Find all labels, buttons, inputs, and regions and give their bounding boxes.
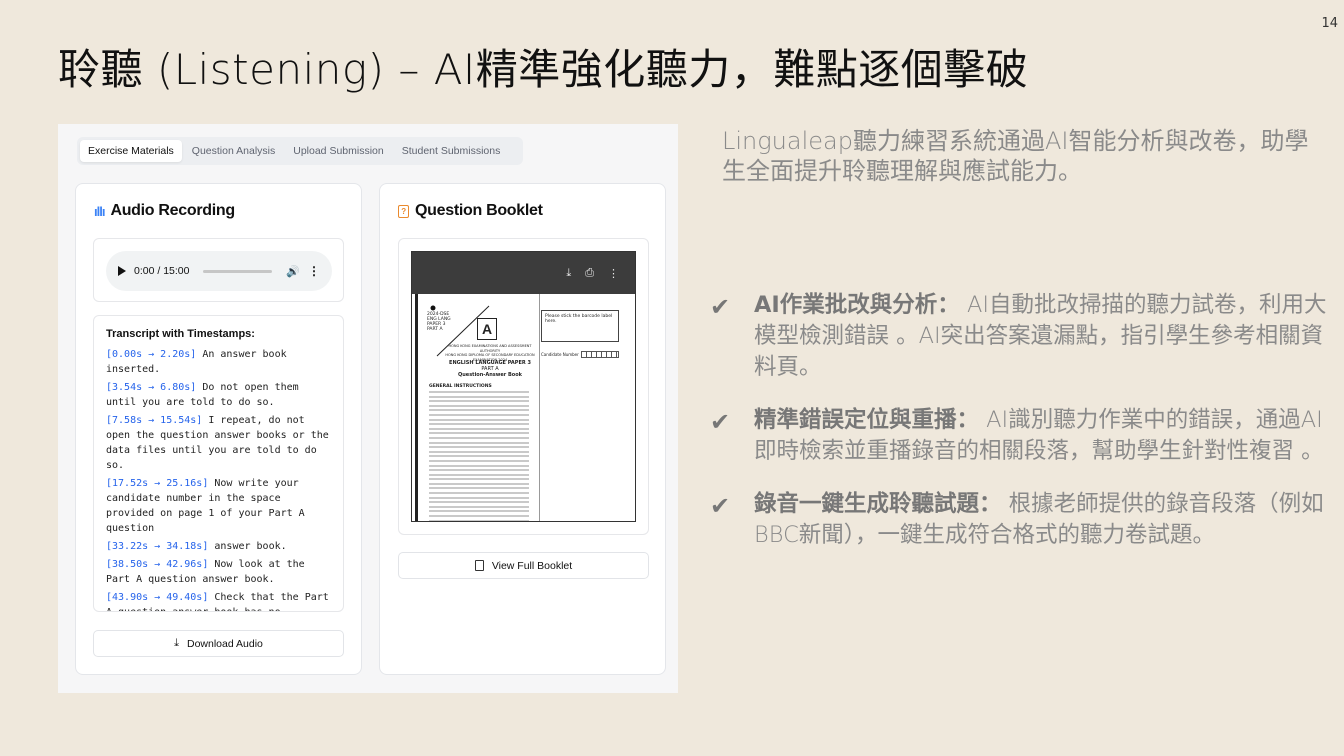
pdf-page-edge	[415, 294, 418, 521]
transcript-panel[interactable]: Transcript with Timestamps: [0.00s → 2.2…	[93, 315, 344, 612]
feature-title: 錄音一鍵生成聆聽試題：	[754, 491, 1002, 517]
print-icon[interactable]: ⎙	[585, 266, 594, 280]
more-options-icon[interactable]: ⋮	[608, 267, 619, 280]
checkmark-icon: ✔	[710, 408, 731, 436]
audio-recording-card: ıllı Audio Recording 0:00 / 15:00 🔊 ⋮ Tr…	[75, 183, 362, 675]
more-options-icon[interactable]: ⋮	[308, 264, 320, 278]
pdf-viewer[interactable]: ⤓ ⎙ ⋮ 2024-DSE ENG LANG PAPER 3 PART A A	[411, 251, 636, 522]
feature-title: 精準錯誤定位與重播：	[754, 407, 980, 433]
timestamp[interactable]: [7.58s → 15.54s]	[106, 415, 202, 426]
booklet-card-header: ? Question Booklet	[398, 202, 543, 220]
timestamp[interactable]: [3.54s → 6.80s]	[106, 382, 196, 393]
pdf-candidate-number: Candidate Number	[541, 350, 619, 359]
view-full-booklet-button[interactable]: View Full Booklet	[398, 552, 649, 579]
pdf-instructions: GENERAL INSTRUCTIONS	[429, 384, 529, 521]
feature-text: 錄音一鍵生成聆聽試題： 根據老師提供的錄音段落（例如BBC新聞），一鍵生成符合格…	[754, 489, 1330, 551]
pdf-page: 2024-DSE ENG LANG PAPER 3 PART A A HONG …	[415, 294, 632, 521]
timestamp[interactable]: [0.00s → 2.20s]	[106, 349, 196, 360]
transcript-segment: [7.58s → 15.54s] I repeat, do not open t…	[106, 413, 331, 473]
booklet-card-title: Question Booklet	[415, 202, 543, 219]
pdf-paper-titles: ENGLISH LANGUAGE PAPER 3 PART A Question…	[445, 360, 535, 378]
player-time: 0:00 / 15:00	[134, 265, 190, 277]
question-booklet-card: ? Question Booklet ⤓ ⎙ ⋮ 2024-DSE ENG LA…	[379, 183, 666, 675]
audio-card-header: ıllı Audio Recording	[94, 202, 235, 220]
feature-title: AI作業批改與分析：	[754, 292, 960, 318]
checkmark-icon: ✔	[710, 492, 731, 520]
transcript-segment: [38.50s → 42.96s] Now look at the Part A…	[106, 557, 331, 587]
tab-question-analysis[interactable]: Question Analysis	[184, 140, 283, 162]
feature-item: ✔ AI作業批改與分析： AI自動批改掃描的聽力試卷，利用大模型檢測錯誤 。AI…	[710, 290, 1330, 383]
tab-student-submissions[interactable]: Student Submissions	[394, 140, 509, 162]
pdf-barcode-label: Please stick the barcode label here.	[545, 314, 613, 324]
tab-upload-submission[interactable]: Upload Submission	[285, 140, 391, 162]
download-audio-button[interactable]: ⤓ Download Audio	[93, 630, 344, 657]
pdf-book-title: Question-Answer Book	[458, 372, 522, 378]
pdf-header-line: PART A	[427, 327, 443, 332]
slide-number: 14	[1321, 16, 1338, 31]
app-screenshot: Exercise Materials Question Analysis Upl…	[58, 124, 678, 693]
transcript-segment: [43.90s → 49.40s] Check that the Part A …	[106, 590, 331, 611]
feature-item: ✔ 精準錯誤定位與重播： AI識別聽力作業中的錯誤，通過AI即時檢索並重播錄音的…	[710, 405, 1330, 467]
timestamp[interactable]: [33.22s → 34.18s]	[106, 541, 208, 552]
pdf-exam-line: HONG KONG EXAMINATIONS AND ASSESSMENT AU…	[448, 344, 532, 353]
timestamp[interactable]: [38.50s → 42.96s]	[106, 559, 208, 570]
audio-player-container: 0:00 / 15:00 🔊 ⋮	[93, 238, 344, 302]
seek-slider[interactable]	[203, 269, 273, 273]
volume-icon[interactable]: 🔊	[286, 265, 300, 278]
feature-text: AI作業批改與分析： AI自動批改掃描的聽力試卷，利用大模型檢測錯誤 。AI突出…	[754, 290, 1330, 383]
document-icon	[474, 560, 484, 571]
pdf-candidate-label: Candidate Number	[541, 352, 579, 357]
pdf-viewer-container: ⤓ ⎙ ⋮ 2024-DSE ENG LANG PAPER 3 PART A A	[398, 238, 649, 535]
transcript-segment: [0.00s → 2.20s] An answer book inserted.	[106, 347, 331, 377]
segment-text: answer book.	[208, 541, 287, 552]
pdf-barcode-box: Please stick the barcode label here.	[541, 310, 619, 342]
download-icon[interactable]: ⤓	[566, 266, 571, 280]
intro-text: Lingualeap聽力練習系統通過AI智能分析與改卷，助學生全面提升聆聽理解與…	[722, 127, 1309, 185]
download-audio-label: Download Audio	[186, 637, 263, 650]
feature-text: 精準錯誤定位與重播： AI識別聽力作業中的錯誤，通過AI即時檢索並重播錄音的相關…	[754, 405, 1330, 467]
tab-bar: Exercise Materials Question Analysis Upl…	[77, 137, 523, 165]
pdf-paper-code: 2024-DSE ENG LANG PAPER 3 PART A	[427, 312, 451, 332]
play-icon[interactable]	[118, 266, 126, 276]
feature-item: ✔ 錄音一鍵生成聆聽試題： 根據老師提供的錄音段落（例如BBC新聞），一鍵生成符…	[710, 489, 1330, 551]
pdf-toolbar: ⤓ ⎙ ⋮	[412, 252, 635, 294]
transcript-heading: Transcript with Timestamps:	[106, 328, 255, 340]
document-icon: ?	[398, 204, 409, 218]
transcript-segment: [17.52s → 25.16s] Now write your candida…	[106, 476, 331, 536]
tab-exercise-materials[interactable]: Exercise Materials	[80, 140, 182, 162]
timestamp[interactable]: [17.52s → 25.16s]	[106, 478, 208, 489]
audio-wave-icon: ıllı	[94, 203, 105, 219]
feature-list: ✔ AI作業批改與分析： AI自動批改掃描的聽力試卷，利用大模型檢測錯誤 。AI…	[710, 290, 1330, 573]
slide-title: 聆聽 (Listening) – AI精準強化聽力，難點逐個擊破	[58, 45, 1029, 94]
pdf-instructions-heading: GENERAL INSTRUCTIONS	[429, 384, 492, 389]
transcript-segment: [33.22s → 34.18s] answer book.	[106, 539, 331, 554]
pdf-part-letter: A	[477, 318, 497, 340]
transcript-segment: [3.54s → 6.80s] Do not open them until y…	[106, 380, 331, 410]
audio-card-title: Audio Recording	[110, 202, 235, 219]
audio-player[interactable]: 0:00 / 15:00 🔊 ⋮	[106, 251, 332, 291]
view-booklet-label: View Full Booklet	[491, 559, 573, 572]
pdf-column-divider	[539, 294, 540, 521]
download-icon: ⤓	[174, 637, 179, 649]
timestamp[interactable]: [43.90s → 49.40s]	[106, 592, 208, 603]
checkmark-icon: ✔	[710, 293, 731, 321]
